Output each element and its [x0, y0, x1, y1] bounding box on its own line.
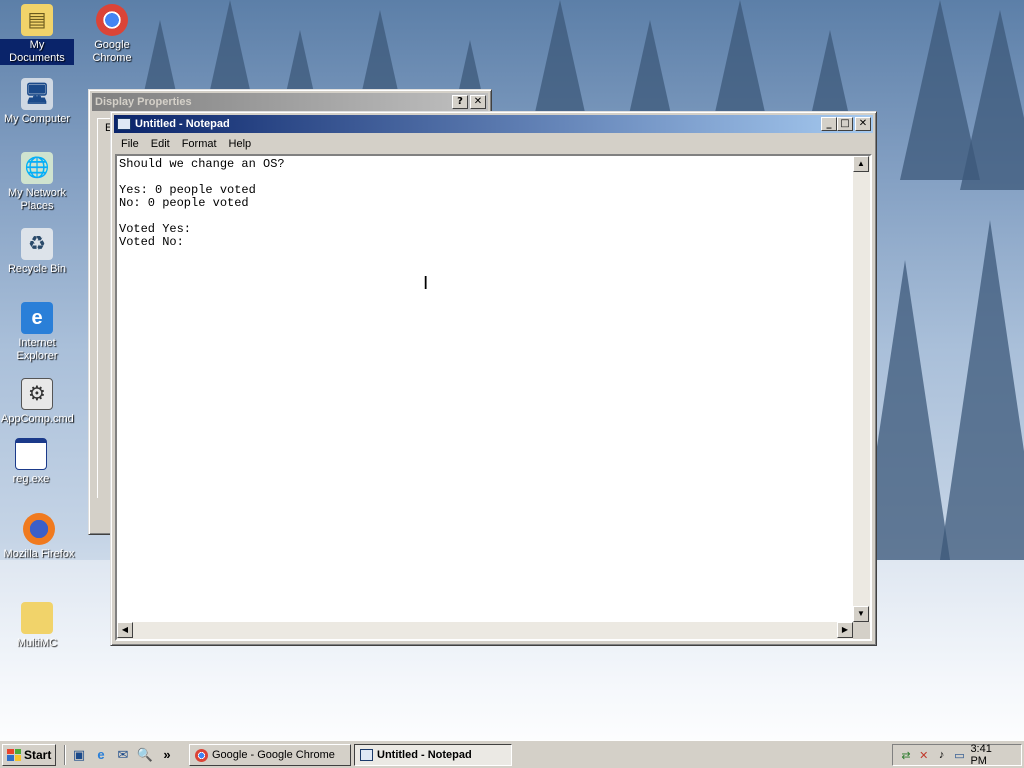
text-cursor-icon: I: [423, 273, 429, 294]
minimize-button[interactable]: _: [821, 117, 837, 131]
text-editor[interactable]: Should we change an OS? Yes: 0 people vo…: [115, 154, 872, 641]
desktop-icon-mozilla-firefox[interactable]: Mozilla Firefox: [2, 513, 76, 561]
desktop-icon-appcomp-cmd[interactable]: ⚙ AppComp.cmd: [0, 378, 74, 426]
text-line: Should we change an OS?: [119, 157, 285, 171]
computer-icon: 🖥: [21, 78, 53, 110]
chrome-icon: [195, 748, 208, 762]
scroll-down-button[interactable]: ▼: [853, 606, 869, 622]
menu-edit[interactable]: Edit: [145, 138, 176, 150]
desktop-icon-my-network-places[interactable]: 🌐 My Network Places: [0, 152, 74, 213]
text-line: No: 0 people voted: [119, 196, 249, 210]
exe-icon: [15, 438, 47, 470]
desktop-icon-reg-exe[interactable]: reg.exe: [0, 438, 68, 486]
menu-format[interactable]: Format: [176, 138, 223, 150]
firefox-icon: [23, 513, 55, 545]
quick-launch: ▣ e ✉ 🔍 »: [64, 744, 176, 765]
outlook-icon[interactable]: ✉: [114, 746, 132, 764]
security-tray-icon[interactable]: ✕: [917, 748, 931, 762]
size-grip[interactable]: [853, 622, 870, 639]
chrome-icon: [96, 4, 128, 36]
search-icon[interactable]: 🔍: [136, 746, 154, 764]
horizontal-scrollbar[interactable]: ◀ ▶: [117, 622, 853, 639]
task-notepad[interactable]: Untitled - Notepad: [354, 744, 512, 766]
clock[interactable]: 3:41 PM: [970, 743, 1011, 767]
network-icon: 🌐: [21, 152, 53, 184]
desktop-icon-internet-explorer[interactable]: e Internet Explorer: [0, 302, 74, 363]
help-button[interactable]: ?: [452, 95, 468, 109]
cmd-icon: ⚙: [21, 378, 53, 410]
menu-file[interactable]: File: [115, 138, 145, 150]
close-button[interactable]: ✕: [855, 117, 871, 131]
menu-help[interactable]: Help: [223, 138, 258, 150]
notepad-window[interactable]: Untitled - Notepad _ □ ✕ File Edit Forma…: [110, 111, 877, 646]
ie-icon[interactable]: e: [92, 746, 110, 764]
display-properties-titlebar[interactable]: Display Properties ? ✕: [92, 93, 488, 111]
close-button[interactable]: ✕: [470, 95, 486, 109]
volume-tray-icon[interactable]: ♪: [935, 748, 949, 762]
scroll-right-button[interactable]: ▶: [837, 622, 853, 638]
start-button[interactable]: Start: [2, 743, 56, 766]
recycle-bin-icon: ♻: [21, 228, 53, 260]
desktop-icon-google-chrome[interactable]: Google Chrome: [75, 4, 149, 65]
folder-icon: [21, 602, 53, 634]
maximize-button[interactable]: □: [837, 117, 853, 131]
desktop-icon-recycle-bin[interactable]: ♻ Recycle Bin: [0, 228, 74, 276]
windows-logo-icon: [7, 748, 21, 761]
scroll-up-button[interactable]: ▲: [853, 156, 869, 172]
display-tray-icon[interactable]: ▭: [953, 748, 967, 762]
vertical-scrollbar[interactable]: ▲ ▼: [853, 156, 870, 622]
taskbar: Start ▣ e ✉ 🔍 » Google - Google Chrome U…: [0, 740, 1024, 768]
menu-bar: File Edit Format Help: [115, 135, 872, 153]
text-line: Voted No:: [119, 235, 184, 249]
network-tray-icon[interactable]: ⇄: [899, 748, 913, 762]
desktop-icon-my-documents[interactable]: ▤ My Documents: [0, 4, 74, 65]
notepad-titlebar[interactable]: Untitled - Notepad _ □ ✕: [114, 115, 873, 133]
scroll-left-button[interactable]: ◀: [117, 622, 133, 638]
notepad-icon: [117, 118, 131, 130]
system-tray: ⇄ ✕ ♪ ▭ 3:41 PM: [892, 743, 1022, 767]
text-line: [119, 210, 851, 223]
text-line: Voted Yes:: [119, 222, 192, 236]
desktop-icon-my-computer[interactable]: 🖥 My Computer: [0, 78, 74, 126]
notepad-icon: [360, 749, 373, 761]
desktop-icon-multimc[interactable]: MultiMC: [0, 602, 74, 650]
task-chrome[interactable]: Google - Google Chrome: [189, 744, 351, 766]
quick-launch-more[interactable]: »: [158, 746, 176, 764]
text-area[interactable]: Should we change an OS? Yes: 0 people vo…: [117, 156, 853, 622]
show-desktop-icon[interactable]: ▣: [70, 746, 88, 764]
folder-documents-icon: ▤: [21, 4, 53, 36]
ie-icon: e: [21, 302, 53, 334]
